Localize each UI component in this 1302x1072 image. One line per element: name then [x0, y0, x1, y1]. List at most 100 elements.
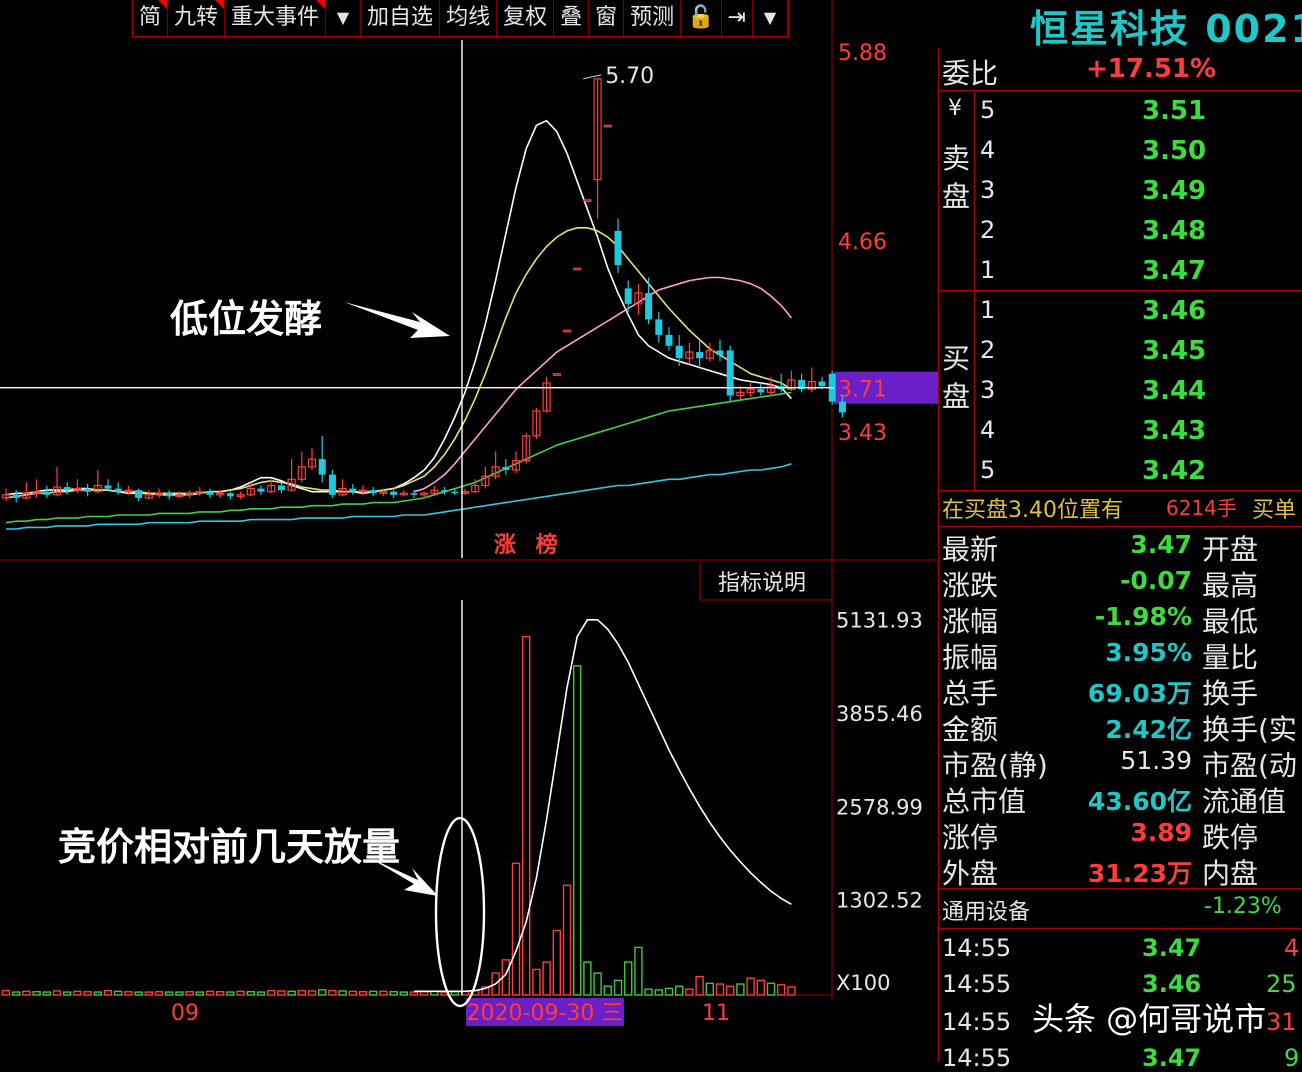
volume-bar	[1, 989, 11, 996]
tick-price: 3.47	[1142, 1044, 1202, 1072]
tb-forecast-button[interactable]: 预测	[624, 0, 682, 36]
volume-bar	[542, 961, 551, 996]
tb-dropdown-icon[interactable]: ▼	[326, 0, 362, 36]
buy-idx: 3	[980, 376, 996, 404]
sell-price[interactable]: 3.50	[1142, 136, 1206, 166]
volume-bar	[664, 987, 674, 996]
sell-price[interactable]: 3.49	[1142, 176, 1206, 206]
tb-adjust-button[interactable]: 复权	[497, 0, 555, 36]
tb-lock-icon[interactable]: 🔓	[681, 0, 722, 36]
candle-body	[206, 491, 214, 495]
quote-value: 2.42亿	[1105, 715, 1192, 744]
quote-label: 涨幅	[942, 605, 999, 638]
volume-bar	[736, 983, 745, 996]
quote-right-label: 量比	[1202, 641, 1259, 674]
buy-price[interactable]: 3.45	[1142, 336, 1206, 366]
volume-bar	[420, 991, 429, 996]
industry-change: -1.23%	[1204, 894, 1282, 919]
quote-right-label: 换手(实	[1202, 713, 1297, 746]
volume-bar	[256, 991, 266, 996]
tb-simplify-button[interactable]: 简	[133, 0, 169, 36]
quote-value: 3.95%	[1105, 638, 1192, 667]
tb-ma-button[interactable]: 均线	[440, 0, 498, 36]
volume-bar	[552, 929, 561, 996]
quote-label: 最新	[942, 533, 999, 566]
buy-label: 买盘	[942, 342, 971, 413]
tick-volume: 31	[1266, 1008, 1297, 1036]
volume-bar	[573, 665, 582, 996]
tb-jump-end-icon[interactable]: ⇥	[722, 0, 753, 36]
buy-price[interactable]: 3.43	[1142, 416, 1206, 446]
candle-body	[614, 230, 622, 266]
sell-label: 卖盘	[942, 142, 971, 213]
stock-title: 恒星科技 0021	[1030, 7, 1302, 51]
candle-body	[328, 474, 336, 495]
price-tick-label: 4.66	[838, 230, 887, 255]
candle-body	[552, 373, 561, 376]
volume-bar	[113, 990, 123, 996]
volume-bar	[267, 989, 276, 996]
buy-price[interactable]: 3.42	[1142, 456, 1206, 486]
tick-time: 14:55	[942, 970, 1012, 998]
tb-nine-turn-button[interactable]: 九转	[168, 0, 226, 36]
tb-major-events-button[interactable]: 重大事件	[225, 0, 327, 36]
volume-bar	[338, 990, 347, 996]
quote-value: 3.89	[1130, 818, 1192, 847]
candle-body	[716, 350, 724, 356]
price-tick-label: 3.43	[838, 421, 887, 446]
candle-body	[410, 493, 418, 495]
candle-body	[573, 267, 582, 271]
quote-right-label: 跌停	[1202, 821, 1259, 854]
volume-bar	[134, 991, 143, 996]
quote-right-label: 市盈(动	[1202, 749, 1297, 782]
quote-label: 市盈(静)	[942, 749, 1048, 782]
sell-idx: 5	[980, 96, 996, 124]
candle-body	[624, 288, 632, 304]
highlight-ellipse	[434, 816, 486, 1008]
moving-average-line	[5, 391, 792, 524]
sell-price[interactable]: 3.51	[1142, 96, 1206, 126]
indicator-help-button[interactable]: 指标说明	[718, 571, 806, 596]
quote-label: 涨停	[942, 821, 999, 854]
tb-window-button[interactable]: 窗	[589, 0, 625, 36]
chart-toolbar: 简 九转 重大事件 ▼ 加自选 均线 复权 叠 窗 预测 🔓 ⇥ ▼	[132, 0, 789, 37]
tick-volume: 4	[1284, 934, 1300, 962]
volume-bar	[328, 989, 337, 996]
candle-body	[165, 493, 173, 497]
volume-bar	[603, 985, 612, 996]
x-tick-label: 09	[171, 1001, 199, 1026]
volume-bar	[318, 989, 327, 996]
volume-bar	[777, 984, 786, 996]
quote-value: -1.98%	[1094, 602, 1192, 631]
volume-bar	[175, 991, 184, 996]
volume-bar	[358, 991, 368, 996]
volume-bar	[522, 635, 531, 996]
tick-time: 14:55	[942, 934, 1012, 962]
sell-idx: 1	[980, 256, 996, 284]
tick-time: 14:55	[942, 1008, 1012, 1036]
volume-bar	[766, 982, 776, 996]
sell-price[interactable]: 3.47	[1142, 256, 1206, 286]
volume-bar	[705, 982, 714, 996]
quote-value: -0.07	[1119, 566, 1192, 595]
ratio-label: 委比	[942, 57, 999, 90]
buy-price[interactable]: 3.46	[1142, 296, 1206, 326]
tick-time: 14:55	[942, 1044, 1012, 1072]
quote-right-label: 流通值	[1202, 785, 1287, 818]
x-tick-label: 11	[702, 1001, 730, 1026]
volume-bar	[562, 884, 572, 996]
quote-value: 51.39	[1120, 746, 1192, 775]
candle-body	[665, 334, 673, 346]
volume-bar	[226, 991, 235, 996]
tb-overlay-button[interactable]: 叠	[554, 0, 590, 36]
annotation-auction-volume: 竞价相对前几天放量	[58, 825, 401, 869]
volume-bar	[787, 986, 796, 996]
sell-price[interactable]: 3.48	[1142, 216, 1206, 246]
tb-more-dropdown-icon[interactable]: ▼	[753, 0, 788, 36]
buy-price[interactable]: 3.44	[1142, 376, 1206, 406]
candle-body	[257, 488, 265, 492]
buy-idx: 2	[980, 336, 996, 364]
tb-add-watch-button[interactable]: 加自选	[361, 0, 441, 36]
sell-idx: 4	[980, 136, 996, 164]
industry-name[interactable]: 通用设备	[942, 894, 1030, 926]
